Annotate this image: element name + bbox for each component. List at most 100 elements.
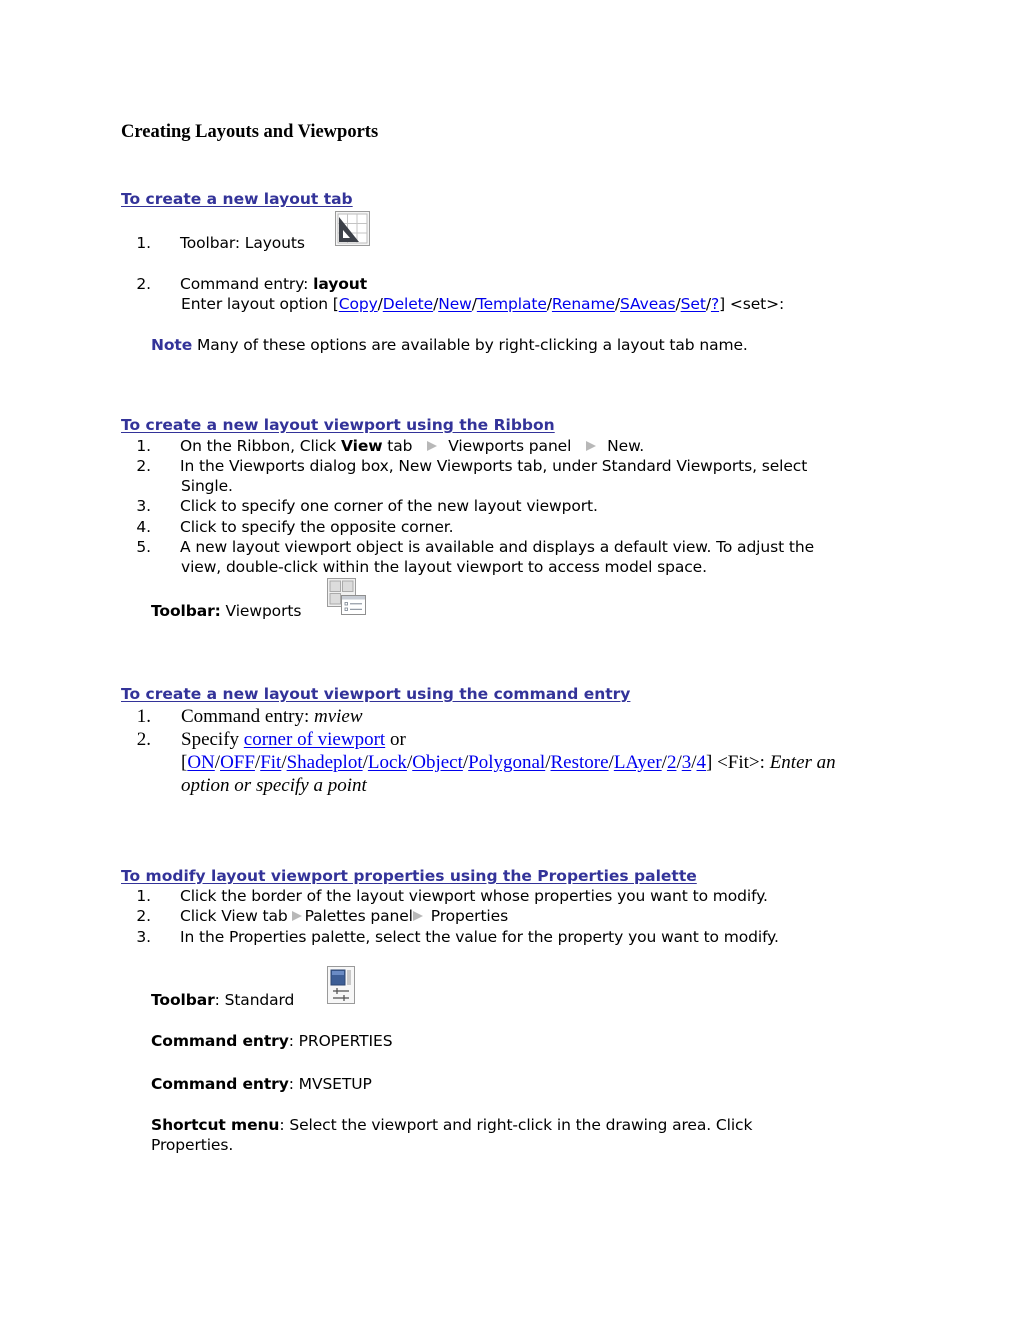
- step-number: 2.: [136, 457, 151, 475]
- step-text: Palettes panel: [304, 907, 413, 925]
- document-page: Creating Layouts and Viewports To create…: [0, 0, 1020, 1320]
- section4-step-3: 3. In the Properties palette, select the…: [136, 928, 779, 946]
- view-tab-label: View: [341, 437, 383, 455]
- section4-step-1: 1. Click the border of the layout viewpo…: [136, 887, 768, 905]
- step-text: Click the border of the layout viewport …: [180, 887, 768, 905]
- layout-option-prompt: Enter layout option [Copy/Delete/New/Tem…: [181, 295, 784, 313]
- option-link-saveas[interactable]: SAveas: [620, 295, 676, 313]
- option-link-shadeplot[interactable]: Shadeplot: [287, 752, 363, 773]
- shortcut-menu-line-cont: Properties.: [151, 1136, 234, 1154]
- step-number: 2.: [136, 729, 151, 750]
- step-text: Click to specify one corner of the new l…: [180, 497, 598, 515]
- standard-toolbar-line: Toolbar: Standard: [151, 991, 294, 1009]
- toolbar-label: Toolbar: [151, 991, 215, 1009]
- command-entry-mvsetup: Command entry: MVSETUP: [151, 1075, 372, 1093]
- chevron-right-icon: [412, 911, 423, 921]
- option-link-restore[interactable]: Restore: [551, 752, 609, 773]
- section3-step-1: 1. Command entry: mview: [137, 706, 363, 728]
- option-link-copy[interactable]: Copy: [339, 295, 378, 313]
- section2-step-2-cont: Single.: [181, 477, 233, 495]
- option-link-4[interactable]: 4: [697, 752, 707, 773]
- corner-of-viewport-link[interactable]: corner of viewport: [244, 729, 385, 750]
- option-link-new[interactable]: New: [438, 295, 472, 313]
- viewports-toolbar-icon[interactable]: [327, 578, 367, 616]
- command-entry-value: : MVSETUP: [288, 1075, 372, 1093]
- section-heading-viewport-ribbon[interactable]: To create a new layout viewport using th…: [121, 416, 555, 434]
- step-number: 1.: [136, 234, 151, 252]
- section-heading-new-layout-tab[interactable]: To create a new layout tab: [121, 190, 353, 208]
- step-text: Specify: [181, 729, 244, 750]
- step-number: 1.: [136, 437, 151, 455]
- option-link-template[interactable]: Template: [477, 295, 547, 313]
- step-number: 1.: [136, 887, 151, 905]
- step-number: 3.: [136, 497, 151, 515]
- step-text: Toolbar: Layouts: [180, 234, 305, 252]
- option-link-object[interactable]: Object: [412, 752, 463, 773]
- step-text: Properties: [425, 907, 509, 925]
- step-text: Click View tab: [180, 907, 288, 925]
- section1-step-2: 2. Command entry: layout: [136, 275, 368, 293]
- step-number: 2.: [136, 907, 151, 925]
- step-text: In the Viewports dialog box, New Viewpor…: [180, 457, 808, 475]
- option-link-polygonal[interactable]: Polygonal: [468, 752, 545, 773]
- step-text: New.: [607, 437, 645, 455]
- section2-step-2: 2. In the Viewports dialog box, New View…: [136, 457, 808, 475]
- step-number: 3.: [136, 928, 151, 946]
- prompt-suffix: ] <Fit>:: [706, 752, 770, 773]
- chevron-right-icon: [586, 441, 597, 451]
- shortcut-menu-label: Shortcut menu: [151, 1116, 280, 1134]
- option-link-off[interactable]: OFF: [220, 752, 255, 773]
- step-number: 5.: [136, 538, 151, 556]
- section2-step-5: 5. A new layout viewport object is avail…: [136, 538, 815, 556]
- command-name: layout: [313, 275, 368, 293]
- prompt-instruction: option or specify a point: [181, 775, 367, 796]
- step-label: Command entry:: [180, 275, 314, 293]
- layouts-toolbar-icon[interactable]: [335, 211, 370, 246]
- command-entry-value: : PROPERTIES: [288, 1032, 393, 1050]
- chevron-right-icon: [291, 911, 302, 921]
- chevron-right-icon: [427, 441, 438, 451]
- shortcut-menu-text: : Select the viewport and right-click in…: [279, 1116, 753, 1134]
- step-text: Command entry:: [181, 706, 314, 727]
- step-text: Click to specify the opposite corner.: [180, 518, 454, 536]
- viewports-toolbar-line: Toolbar: Viewports: [151, 602, 301, 620]
- step-text: A new layout viewport object is availabl…: [180, 538, 815, 556]
- command-entry-properties: Command entry: PROPERTIES: [151, 1032, 393, 1050]
- command-entry-label: Command entry: [151, 1032, 289, 1050]
- option-link-fit[interactable]: Fit: [260, 752, 281, 773]
- section1-step-1: 1. Toolbar: Layouts: [136, 234, 306, 252]
- option-link-set[interactable]: Set: [681, 295, 706, 313]
- section2-step-4: 4. Click to specify the opposite corner.: [136, 518, 454, 536]
- section2-step-5-cont: view, double-click within the layout vie…: [181, 558, 707, 576]
- step-text: tab: [382, 437, 413, 455]
- prompt-instruction: Enter an: [769, 752, 836, 773]
- section3-step-2: 2. Specify corner of viewport or: [137, 729, 406, 751]
- option-link-lock[interactable]: Lock: [368, 752, 407, 773]
- option-link-help[interactable]: ?: [711, 295, 719, 313]
- step-text: or: [385, 729, 406, 750]
- step-number: 2.: [136, 275, 151, 293]
- step-number: 4.: [136, 518, 151, 536]
- toolbar-name: : Standard: [214, 991, 295, 1009]
- option-link-delete[interactable]: Delete: [383, 295, 433, 313]
- note-text: Many of these options are available by r…: [192, 336, 748, 354]
- section4-step-2: 2. Click View tab Palettes panel Properti…: [136, 907, 509, 925]
- section-heading-viewport-command[interactable]: To create a new layout viewport using th…: [121, 685, 630, 703]
- toolbar-name: Viewports: [220, 602, 302, 620]
- section2-step-1: 1. On the Ribbon, Click View tab Viewpor…: [136, 437, 645, 455]
- option-link-on[interactable]: ON: [187, 752, 214, 773]
- command-name: mview: [313, 706, 363, 727]
- properties-toolbar-icon[interactable]: [327, 966, 356, 1005]
- section2-step-3: 3. Click to specify one corner of the ne…: [136, 497, 598, 515]
- option-link-layer[interactable]: LAyer: [614, 752, 662, 773]
- step-text: On the Ribbon, Click: [180, 437, 341, 455]
- document-title: Creating Layouts and Viewports: [121, 122, 379, 142]
- option-link-3[interactable]: 3: [682, 752, 692, 773]
- option-link-rename[interactable]: Rename: [552, 295, 615, 313]
- note-label: Note: [151, 336, 193, 354]
- section-heading-properties-palette[interactable]: To modify layout viewport properties usi…: [121, 867, 697, 885]
- toolbar-label: Toolbar:: [151, 602, 221, 620]
- prompt-suffix: ] <set>:: [719, 295, 785, 313]
- prompt-prefix: Enter layout option [: [181, 295, 339, 313]
- mview-options-line-cont: option or specify a point: [181, 775, 367, 797]
